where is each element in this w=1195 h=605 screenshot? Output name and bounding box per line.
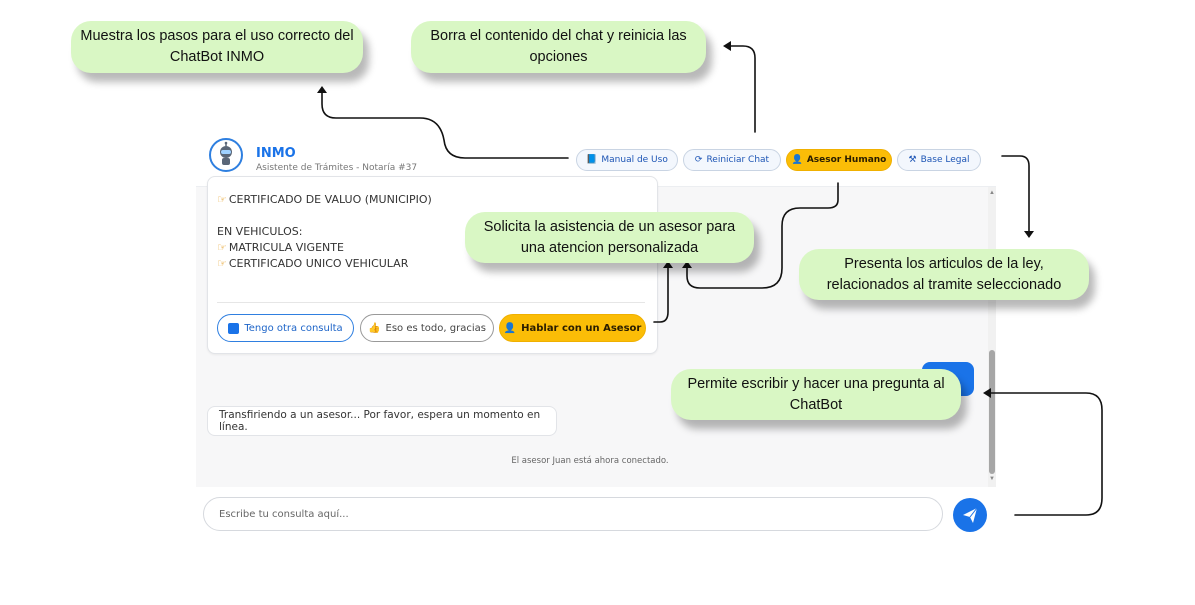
callout-asesor: Solicita la asistencia de un asesor para… bbox=[465, 212, 754, 263]
annotation-arrows bbox=[317, 41, 1103, 516]
callout-input: Permite escribir y hacer una pregunta al… bbox=[671, 369, 961, 420]
callout-legal: Presenta los articulos de la ley, relaci… bbox=[799, 249, 1089, 300]
callout-manual: Muestra los pasos para el uso correcto d… bbox=[71, 21, 363, 73]
callout-reiniciar: Borra el contenido del chat y reinicia l… bbox=[411, 21, 706, 73]
